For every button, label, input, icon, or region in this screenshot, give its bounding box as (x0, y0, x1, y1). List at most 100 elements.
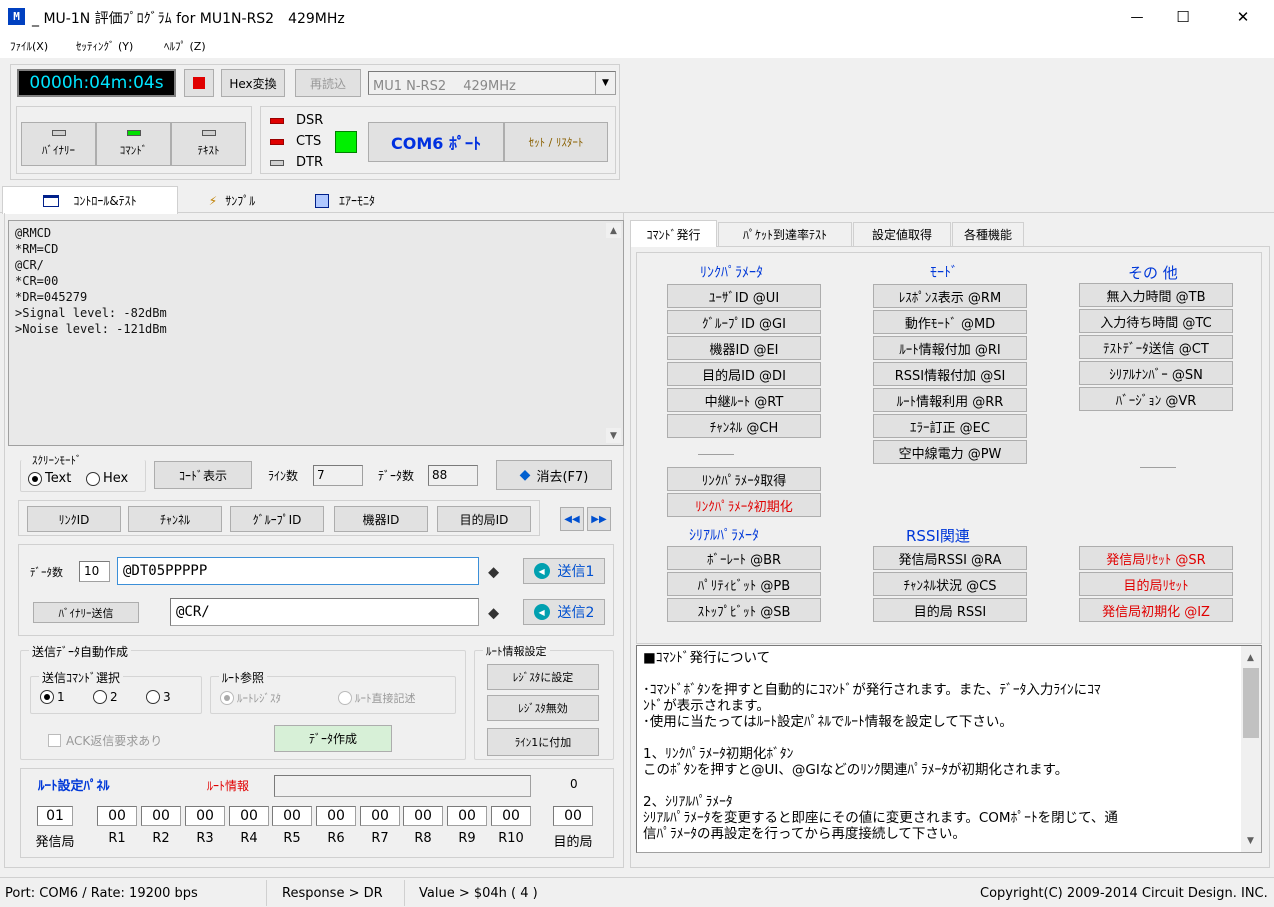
mode-button[interactable]: RSSI情報付加 @SI (873, 362, 1027, 386)
mode-button[interactable]: 動作ﾓｰﾄﾞ @MD (873, 310, 1027, 334)
link-param-button[interactable]: ｸﾞﾙｰﾌﾟID @GI (667, 310, 821, 334)
option-2-radio[interactable]: 2 (93, 690, 118, 704)
data-line-1-input[interactable]: @DT05PPPPP (117, 557, 479, 585)
relay-field[interactable]: 00 (360, 806, 400, 826)
other-button[interactable]: ﾊﾞｰｼﾞｮﾝ @VR (1079, 387, 1233, 411)
data-create-button[interactable]: ﾃﾞｰﾀ作成 (274, 725, 392, 752)
other-button[interactable]: 無入力時間 @TB (1079, 283, 1233, 307)
eraser-icon[interactable]: ⬥ (488, 603, 499, 623)
send-2-button[interactable]: ◀ 送信2 (523, 599, 605, 625)
channel-button[interactable]: ﾁｬﾝﾈﾙ (128, 506, 222, 532)
relay-field[interactable]: 00 (447, 806, 487, 826)
maximize-button[interactable]: ☐ (1160, 0, 1206, 34)
close-button[interactable]: ✕ (1220, 0, 1266, 34)
link-param-button[interactable]: 機器ID @EI (667, 336, 821, 360)
mode-button[interactable]: 空中線電力 @PW (873, 440, 1027, 464)
serial-param-button[interactable]: ﾎﾞｰﾚｰﾄ @BR (667, 546, 821, 570)
serial-param-button[interactable]: ﾊﾟﾘﾃｨﾋﾞｯﾄ @PB (667, 572, 821, 596)
option-3-radio[interactable]: 3 (146, 690, 171, 704)
dest-station-field[interactable]: 00 (553, 806, 593, 826)
link-param-button[interactable]: 中継ﾙｰﾄ @RT (667, 388, 821, 412)
com-port-button[interactable]: COM6 ﾎﾟｰﾄ (368, 122, 504, 162)
command-mode-button[interactable]: ｺﾏﾝﾄﾞ (96, 122, 171, 166)
send-1-button[interactable]: ◀ 送信1 (523, 558, 605, 584)
code-display-button[interactable]: ｺｰﾄﾞ表示 (154, 461, 252, 489)
group-id-button[interactable]: ｸﾞﾙｰﾌﾟID (230, 506, 324, 532)
reset-button[interactable]: 発信局初期化 @IZ (1079, 598, 1233, 622)
ack-checkbox[interactable]: ACK返信要求あり (48, 732, 162, 749)
binary-mode-button[interactable]: ﾊﾞｲﾅﾘｰ (21, 122, 96, 166)
serial-param-button[interactable]: ｽﾄｯﾌﾟﾋﾞｯﾄ @SB (667, 598, 821, 622)
scroll-down-icon[interactable]: ▼ (606, 428, 621, 443)
chevron-down-icon[interactable]: ▼ (595, 72, 615, 94)
route-direct-radio[interactable]: ﾙｰﾄ直接記述 (338, 690, 416, 706)
eraser-icon[interactable]: ⬥ (488, 562, 499, 582)
data-line-2-input[interactable]: @CR/ (170, 598, 479, 626)
text-radio-button[interactable] (28, 471, 42, 486)
relay-field[interactable]: 00 (141, 806, 181, 826)
relay-field[interactable]: 00 (229, 806, 269, 826)
link-param-get-button[interactable]: ﾘﾝｸﾊﾟﾗﾒｰﾀ取得 (667, 467, 821, 491)
relay-field[interactable]: 00 (491, 806, 531, 826)
hex-radio[interactable]: Hex (86, 471, 128, 486)
tab-air-monitor[interactable]: ｴｱｰﾓﾆﾀ (286, 188, 404, 213)
relay-field[interactable]: 00 (185, 806, 225, 826)
set-register-button[interactable]: ﾚｼﾞｽﾀに設定 (487, 664, 599, 690)
reload-button[interactable]: 再読込 (295, 69, 361, 97)
relay-field[interactable]: 00 (97, 806, 137, 826)
mode-button[interactable]: ｴﾗｰ訂正 @EC (873, 414, 1027, 438)
tab-control-test[interactable]: ｺﾝﾄﾛｰﾙ&ﾃｽﾄ (2, 186, 178, 214)
scroll-up-icon[interactable]: ▲ (1243, 650, 1258, 665)
other-button[interactable]: ﾃｽﾄﾃﾞｰﾀ送信 @CT (1079, 335, 1233, 359)
mode-button[interactable]: ﾙｰﾄ情報付加 @RI (873, 336, 1027, 360)
device-select[interactable]: MU1 N-RS2 429MHz ▼ (368, 71, 616, 95)
link-param-button[interactable]: 目的局ID @DI (667, 362, 821, 386)
tab-sample[interactable]: ⚡ ｻﾝﾌﾟﾙ (180, 188, 284, 213)
other-button[interactable]: ｼﾘｱﾙﾅﾝﾊﾞｰ @SN (1079, 361, 1233, 385)
scroll-down-icon[interactable]: ▼ (1243, 833, 1258, 848)
dest-id-button[interactable]: 目的局ID (437, 506, 531, 532)
append-line1-button[interactable]: ﾗｲﾝ1に付加 (487, 728, 599, 756)
prev-button[interactable]: ◀◀ (560, 507, 584, 531)
tab-packet-test[interactable]: ﾊﾟｹｯﾄ到達率ﾃｽﾄ (718, 222, 852, 246)
route-register-radio[interactable]: ﾙｰﾄﾚｼﾞｽﾀ (220, 690, 281, 706)
tab-command-issue[interactable]: ｺﾏﾝﾄﾞ発行 (630, 220, 717, 247)
clear-button[interactable]: ◆ 消去(F7) (496, 460, 612, 490)
disable-register-button[interactable]: ﾚｼﾞｽﾀ無効 (487, 695, 599, 721)
menu-file[interactable]: ﾌｧｲﾙ(X) (10, 38, 48, 54)
relay-field[interactable]: 00 (272, 806, 312, 826)
rssi-button[interactable]: ﾁｬﾝﾈﾙ状況 @CS (873, 572, 1027, 596)
relay-field[interactable]: 00 (403, 806, 443, 826)
device-id-button[interactable]: 機器ID (334, 506, 428, 532)
rssi-button[interactable]: 発信局RSSI @RA (873, 546, 1027, 570)
rssi-button[interactable]: 目的局 RSSI (873, 598, 1027, 622)
menu-settings[interactable]: ｾｯﾃｨﾝｸﾞ (Y) (76, 38, 133, 54)
text-radio[interactable]: Text (28, 471, 71, 486)
link-id-button[interactable]: ﾘﾝｸID (27, 506, 121, 532)
reset-button[interactable]: ｾｯﾄ / ﾘｽﾀｰﾄ (504, 122, 608, 162)
minimize-button[interactable]: — (1114, 0, 1160, 34)
link-param-button[interactable]: ﾁｬﾝﾈﾙ @CH (667, 414, 821, 438)
stop-button[interactable] (184, 69, 214, 97)
mode-button[interactable]: ﾚｽﾎﾟﾝｽ表示 @RM (873, 284, 1027, 308)
other-button[interactable]: 入力待ち時間 @TC (1079, 309, 1233, 333)
hex-radio-button[interactable] (86, 471, 100, 486)
hex-convert-button[interactable]: Hex変換 (221, 69, 285, 97)
relay-field[interactable]: 00 (316, 806, 356, 826)
reset-button[interactable]: 目的局ﾘｾｯﾄ (1079, 572, 1233, 596)
tab-functions[interactable]: 各種機能 (952, 222, 1024, 246)
text-mode-button[interactable]: ﾃｷｽﾄ (171, 122, 246, 166)
next-button[interactable]: ▶▶ (587, 507, 611, 531)
scroll-up-icon[interactable]: ▲ (606, 223, 621, 238)
tab-get-settings[interactable]: 設定値取得 (853, 222, 951, 246)
option-1-radio[interactable]: 1 (40, 690, 65, 704)
source-station-field[interactable]: 01 (37, 806, 73, 826)
terminal-view[interactable]: @RMCD *RM=CD @CR/ *CR=00 *DR=045279 >Sig… (8, 220, 624, 446)
menu-help[interactable]: ﾍﾙﾌﾟ (Z) (164, 38, 206, 54)
mode-button[interactable]: ﾙｰﾄ情報利用 @RR (873, 388, 1027, 412)
link-param-init-button[interactable]: ﾘﾝｸﾊﾟﾗﾒｰﾀ初期化 (667, 493, 821, 517)
reset-button[interactable]: 発信局ﾘｾｯﾄ @SR (1079, 546, 1233, 570)
scroll-thumb[interactable] (1243, 668, 1259, 738)
help-scrollbar[interactable]: ▲ ▼ (1241, 646, 1261, 852)
link-param-button[interactable]: ﾕｰｻﾞID @UI (667, 284, 821, 308)
